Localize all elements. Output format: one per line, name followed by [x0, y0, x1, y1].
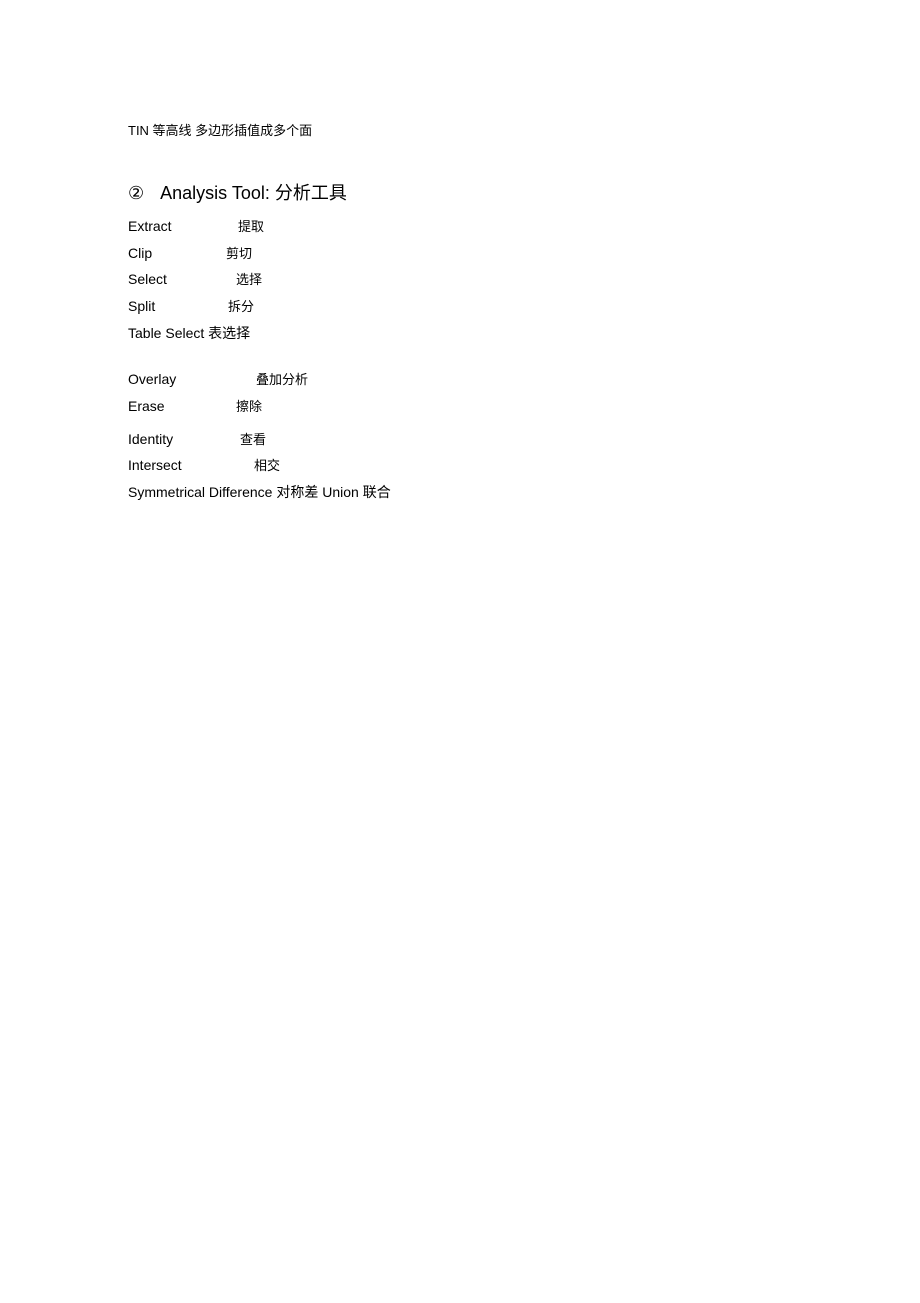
identity-group: Identity查看 Intersect相交 Symmetrical Diffe… [128, 426, 792, 506]
term-en: Extract [128, 213, 238, 240]
term-row: Identity查看 [128, 426, 792, 453]
term-en: Intersect [128, 452, 254, 479]
heading-number: ② [128, 183, 144, 203]
term-row: Select选择 [128, 266, 792, 293]
term-zh: 拆分 [228, 299, 254, 314]
term-row: Overlay叠加分析 [128, 366, 792, 393]
term-en: Select [128, 266, 236, 293]
term-row: Erase擦除 [128, 393, 792, 420]
term-zh: 叠加分析 [256, 372, 308, 387]
term-row: Table Select 表选择 [128, 320, 792, 347]
heading-zh: 分析工具 [275, 183, 347, 203]
heading-en: Analysis Tool: [160, 183, 270, 203]
term-zh: 选择 [236, 272, 262, 287]
document-page: TIN 等高线 多边形插值成多个面 ② Analysis Tool: 分析工具 E… [0, 0, 920, 506]
table-select-line: Table Select 表选择 [128, 325, 250, 341]
term-en: Identity [128, 426, 240, 453]
term-zh: 擦除 [236, 399, 262, 414]
term-zh: 查看 [240, 432, 266, 447]
term-en: Erase [128, 393, 236, 420]
term-zh: 剪切 [226, 246, 252, 261]
term-zh: 提取 [238, 219, 264, 234]
term-row: Split拆分 [128, 293, 792, 320]
term-row: Extract提取 [128, 213, 792, 240]
term-en: Overlay [128, 366, 256, 393]
term-en: Clip [128, 240, 226, 267]
overlay-group: Overlay叠加分析 Erase擦除 [128, 366, 792, 419]
tin-contour-line: TIN 等高线 多边形插值成多个面 [128, 120, 792, 139]
term-zh: 相交 [254, 458, 280, 473]
term-en: Split [128, 293, 228, 320]
term-row: Clip剪切 [128, 240, 792, 267]
section-heading: ② Analysis Tool: 分析工具 [128, 179, 792, 205]
term-row: Intersect相交 [128, 452, 792, 479]
term-row: Symmetrical Difference 对称差 Union 联合 [128, 479, 792, 506]
symmetrical-union-line: Symmetrical Difference 对称差 Union 联合 [128, 484, 391, 500]
extract-group: Extract提取 Clip剪切 Select选择 Split拆分 Table … [128, 213, 792, 346]
